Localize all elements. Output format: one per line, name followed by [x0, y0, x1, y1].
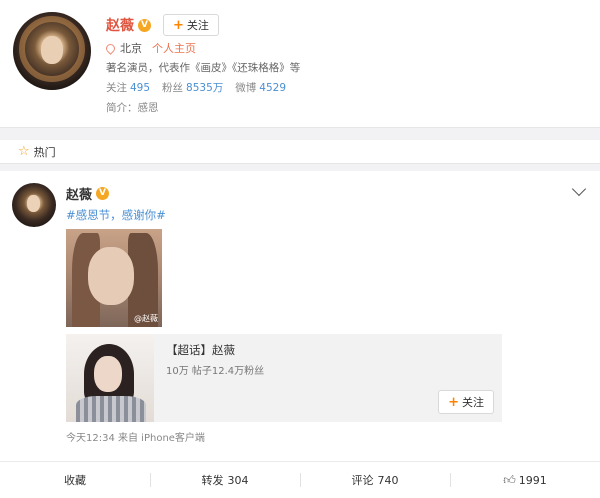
post-hashtag[interactable]: #感恩节，感谢你# — [66, 207, 166, 223]
stat-label: 粉丝 — [162, 82, 184, 94]
avatar-face — [41, 36, 63, 64]
post-action-bar: 收藏 转发 304 评论 740 👍︎ 1991 — [0, 461, 600, 498]
topic-subtitle: 10万 帖子12.4万粉丝 — [166, 366, 265, 377]
stat-value: 8535万 — [186, 82, 224, 94]
profile-stats: 关注 495 粉丝 8535万 微博 4529 — [106, 80, 298, 95]
thumbs-up-icon: 👍︎ — [503, 472, 516, 487]
topic-image — [66, 334, 154, 422]
plus-icon: + — [448, 394, 459, 410]
post-photo[interactable]: @赵薇 — [66, 229, 162, 327]
chevron-down-icon[interactable] — [571, 181, 587, 197]
stat-value: 4529 — [259, 82, 287, 94]
post-card: 赵薇 V #感恩节，感谢你# @赵薇 【超话】赵薇 10万 帖子12.4万粉丝 … — [0, 171, 600, 498]
topic-follow-button[interactable]: + 关注 — [438, 390, 494, 414]
comment-count: 740 — [377, 473, 399, 487]
repost-button[interactable]: 转发 304 — [150, 462, 300, 498]
comment-label: 评论 — [351, 474, 374, 487]
profile-bio: 简介：感恩 — [106, 102, 159, 114]
star-icon: ☆ — [18, 144, 30, 159]
profile-avatar[interactable] — [13, 12, 91, 90]
stat-posts[interactable]: 微博 4529 — [235, 80, 286, 95]
stat-label: 微博 — [235, 82, 257, 94]
stat-label: 关注 — [106, 82, 127, 94]
profile-name-row: 赵薇 V + 关注 — [106, 14, 219, 36]
profile-card: 赵薇 V + 关注 北京 个人主页 著名演员，代表作《画皮》《还珠格格》等 关注… — [0, 0, 600, 128]
hot-label: 热门 — [33, 145, 56, 159]
verified-icon: V — [96, 187, 110, 200]
favorite-button[interactable]: 收藏 — [0, 462, 150, 498]
follow-button[interactable]: + 关注 — [163, 14, 219, 36]
plus-icon: + — [173, 17, 184, 33]
hot-section-bar: ☆ 热门 — [0, 140, 600, 164]
post-avatar[interactable] — [12, 183, 56, 227]
follow-button-label: 关注 — [186, 19, 209, 32]
post-author-name[interactable]: 赵薇 — [66, 184, 92, 203]
comment-button[interactable]: 评论 740 — [300, 462, 450, 498]
topic-follow-label: 关注 — [462, 396, 484, 409]
super-topic-card[interactable]: 【超话】赵薇 10万 帖子12.4万粉丝 + 关注 — [66, 334, 502, 422]
profile-name[interactable]: 赵薇 — [106, 15, 134, 35]
location-pin-icon — [104, 41, 117, 55]
favorite-label: 收藏 — [64, 474, 86, 487]
location-row: 北京 个人主页 — [104, 40, 196, 56]
topic-image-face — [94, 356, 122, 392]
like-button[interactable]: 👍︎ 1991 — [450, 462, 600, 498]
stat-following[interactable]: 关注 495 — [106, 80, 150, 95]
stat-value: 495 — [130, 82, 151, 94]
topic-title: 【超话】赵薇 — [166, 343, 235, 357]
photo-face — [88, 247, 134, 305]
location-text: 北京 — [120, 42, 142, 55]
like-count: 1991 — [518, 473, 547, 487]
repost-label: 转发 — [201, 474, 224, 487]
avatar-face — [27, 195, 40, 212]
post-author-row: 赵薇 V — [66, 184, 110, 203]
photo-watermark: @赵薇 — [134, 314, 158, 323]
topic-image-shirt — [76, 396, 146, 422]
profile-description: 著名演员，代表作《画皮》《还珠格格》等 — [106, 62, 301, 74]
repost-count: 304 — [227, 473, 249, 487]
homepage-link[interactable]: 个人主页 — [152, 40, 196, 56]
stat-followers[interactable]: 粉丝 8535万 — [162, 80, 223, 95]
verified-icon: V — [138, 18, 151, 32]
post-meta: 今天12:34 来自 iPhone客户端 — [66, 433, 205, 444]
